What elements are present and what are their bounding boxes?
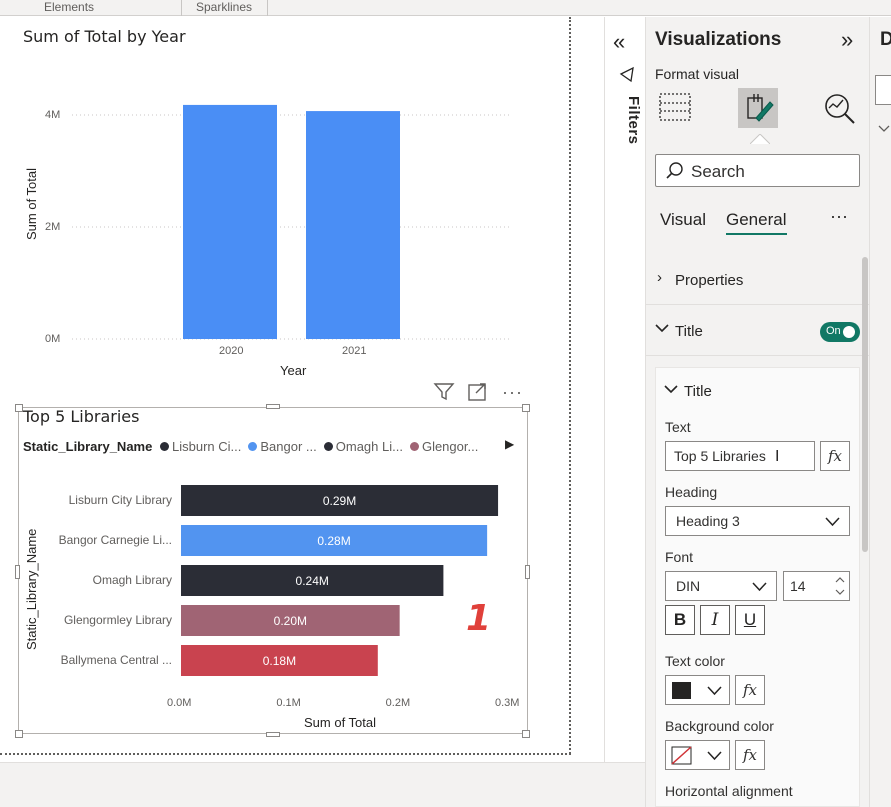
- toggle-label: On: [826, 325, 841, 337]
- background-color-label: Background color: [665, 718, 774, 734]
- search-placeholder: Search: [691, 162, 745, 181]
- filters-label[interactable]: Filters: [625, 96, 642, 145]
- filter-pane-icon: [619, 66, 634, 83]
- chevron-down-icon[interactable]: [878, 125, 890, 133]
- active-indicator-icon: [750, 134, 770, 144]
- background-color-picker[interactable]: [665, 740, 730, 770]
- fx-button[interactable]: fx: [820, 441, 850, 471]
- text-color-picker[interactable]: [665, 675, 730, 705]
- data-label: 0.24M: [296, 574, 329, 588]
- library-bar-chart[interactable]: 0.29M 0.28M 0.24M 0.20M 0.18M: [0, 0, 560, 760]
- format-visual-label: Format visual: [655, 66, 740, 82]
- fx-button[interactable]: fx: [735, 740, 765, 770]
- heading-label: Heading: [665, 484, 718, 500]
- data-label: 0.28M: [317, 534, 350, 548]
- category-label: Ballymena Central ...: [60, 653, 172, 667]
- canvas-footer: [0, 762, 645, 807]
- build-visual-icon[interactable]: [659, 91, 691, 123]
- annotation-1: 1: [466, 598, 492, 639]
- font-size-value: 14: [790, 578, 806, 594]
- search-icon: [666, 162, 683, 179]
- y-axis-title: Static_Library_Name: [24, 528, 39, 650]
- italic-button[interactable]: I: [700, 605, 730, 635]
- title-section-label: Title: [675, 323, 703, 340]
- chevron-down-icon: [707, 686, 722, 696]
- page-boundary: [569, 17, 571, 754]
- tab-general[interactable]: General: [726, 210, 786, 230]
- tab-visual[interactable]: Visual: [660, 210, 706, 230]
- color-swatch: [672, 682, 691, 699]
- toggle-knob: [843, 326, 855, 338]
- text-color-label: Text color: [665, 653, 725, 669]
- collapse-filters-icon[interactable]: «: [613, 29, 625, 55]
- heading-select[interactable]: Heading 3: [665, 506, 850, 536]
- more-options-icon[interactable]: ···: [830, 206, 848, 227]
- chevron-down-icon[interactable]: [664, 385, 678, 395]
- card-title-label: Title: [684, 383, 712, 400]
- data-pane-letter[interactable]: D: [880, 29, 891, 51]
- viz-title: Visualizations: [655, 29, 782, 50]
- bold-button[interactable]: B: [665, 605, 695, 635]
- chevron-down-icon: [707, 751, 722, 761]
- properties-label: Properties: [675, 272, 744, 289]
- font-value: DIN: [676, 578, 701, 594]
- analytics-icon[interactable]: [823, 92, 857, 126]
- paintbrush-icon: [747, 94, 774, 122]
- expand-pane-icon[interactable]: »: [841, 27, 853, 53]
- x-tick-label: 0.1M: [276, 697, 301, 709]
- x-tick-label: 0.2M: [385, 697, 411, 709]
- x-tick-label: 0.3M: [495, 697, 520, 709]
- title-text-input[interactable]: Top 5 Libraries: [665, 441, 815, 471]
- chevron-down-icon: [825, 517, 840, 527]
- chevron-right-icon: ›: [657, 269, 662, 286]
- data-label: 0.18M: [263, 654, 296, 668]
- no-color-icon: [671, 746, 692, 765]
- font-size-stepper[interactable]: 14: [783, 571, 850, 601]
- category-label: Lisburn City Library: [68, 493, 172, 507]
- data-search-input[interactable]: [875, 75, 891, 105]
- x-axis-title: Sum of Total: [304, 715, 377, 730]
- stepper-arrows-icon[interactable]: [835, 575, 845, 597]
- text-cursor-icon: I: [775, 448, 780, 465]
- horizontal-alignment-label: Horizontal alignment: [665, 783, 793, 799]
- heading-value: Heading 3: [676, 513, 740, 529]
- data-pane-strip: [869, 17, 891, 807]
- font-label: Font: [665, 549, 694, 565]
- data-label: 0.20M: [274, 614, 307, 628]
- x-tick-label: 0.0M: [167, 697, 192, 709]
- data-label: 0.29M: [323, 494, 356, 508]
- search-input[interactable]: [655, 154, 860, 187]
- title-text-value: Top 5 Libraries: [674, 448, 766, 464]
- pane-scrollbar[interactable]: [862, 257, 868, 552]
- fx-button[interactable]: fx: [735, 675, 765, 705]
- chevron-down-icon: [655, 324, 669, 333]
- font-select[interactable]: DIN: [665, 571, 777, 601]
- active-tab-underline: [726, 233, 787, 235]
- chevron-down-icon: [752, 582, 767, 592]
- text-label: Text: [665, 419, 691, 435]
- underline-button[interactable]: U: [735, 605, 765, 635]
